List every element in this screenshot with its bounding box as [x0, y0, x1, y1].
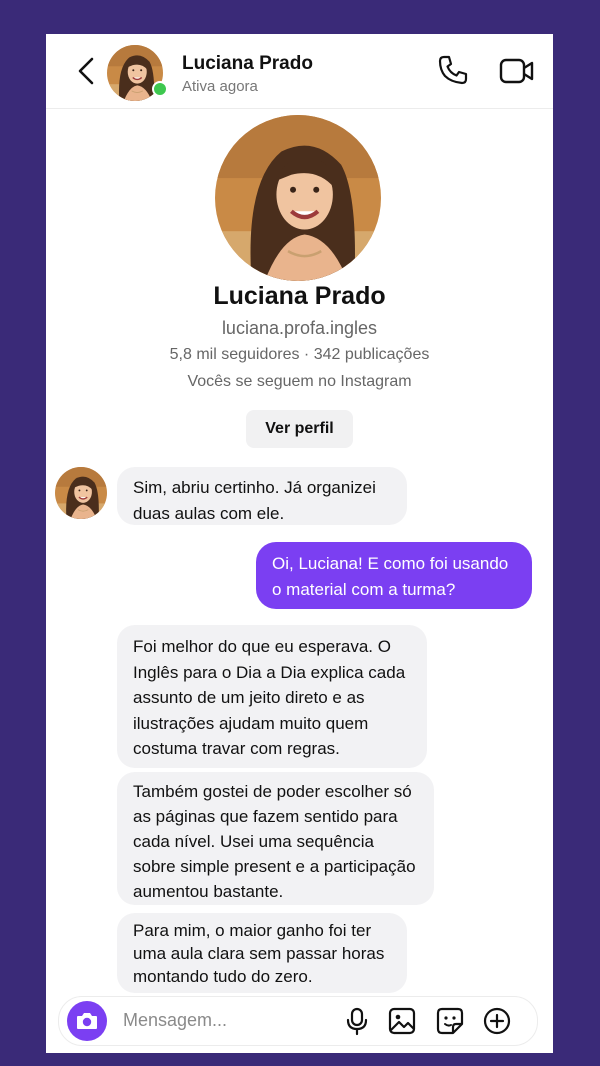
active-status: Ativa agora — [182, 78, 258, 95]
incoming-message[interactable]: Também gostei de poder escolher só as pá… — [117, 772, 434, 905]
back-arrow-icon[interactable] — [72, 56, 102, 86]
online-indicator — [152, 81, 168, 97]
view-profile-button[interactable]: Ver perfil — [246, 410, 353, 448]
profile-stats: 5,8 mil seguidores · 342 publicações — [169, 346, 430, 363]
message-input[interactable]: Mensagem... — [123, 1010, 227, 1031]
sticker-icon[interactable] — [435, 1006, 465, 1036]
mutual-follow-note: Vocês se seguem no Instagram — [187, 373, 412, 390]
chat-header: Luciana Prado Ativa agora — [46, 34, 553, 109]
incoming-message[interactable]: Para mim, o maior ganho foi ter uma aula… — [117, 913, 407, 993]
outgoing-message[interactable]: Oi, Luciana! E como foi usando o materia… — [256, 542, 532, 609]
message-composer[interactable]: Mensagem... — [58, 996, 538, 1046]
message-avatar[interactable] — [55, 467, 107, 519]
camera-icon — [77, 1013, 97, 1029]
profile-photo — [215, 115, 381, 281]
chat-screen: Luciana Prado Ativa agora Luciana Prado … — [46, 34, 553, 1053]
video-camera-icon[interactable] — [499, 56, 535, 86]
profile-name: Luciana Prado — [213, 282, 386, 310]
microphone-icon[interactable] — [342, 1006, 372, 1036]
contact-name[interactable]: Luciana Prado — [182, 53, 313, 75]
plus-circle-icon[interactable] — [482, 1006, 512, 1036]
image-icon[interactable] — [387, 1006, 417, 1036]
incoming-message[interactable]: Foi melhor do que eu esperava. O Inglês … — [117, 625, 427, 768]
incoming-message[interactable]: Sim, abriu certinho. Já organizei duas a… — [117, 467, 407, 525]
phone-icon[interactable] — [437, 54, 469, 86]
camera-button[interactable] — [67, 1001, 107, 1041]
profile-username: luciana.profa.ingles — [221, 318, 378, 338]
